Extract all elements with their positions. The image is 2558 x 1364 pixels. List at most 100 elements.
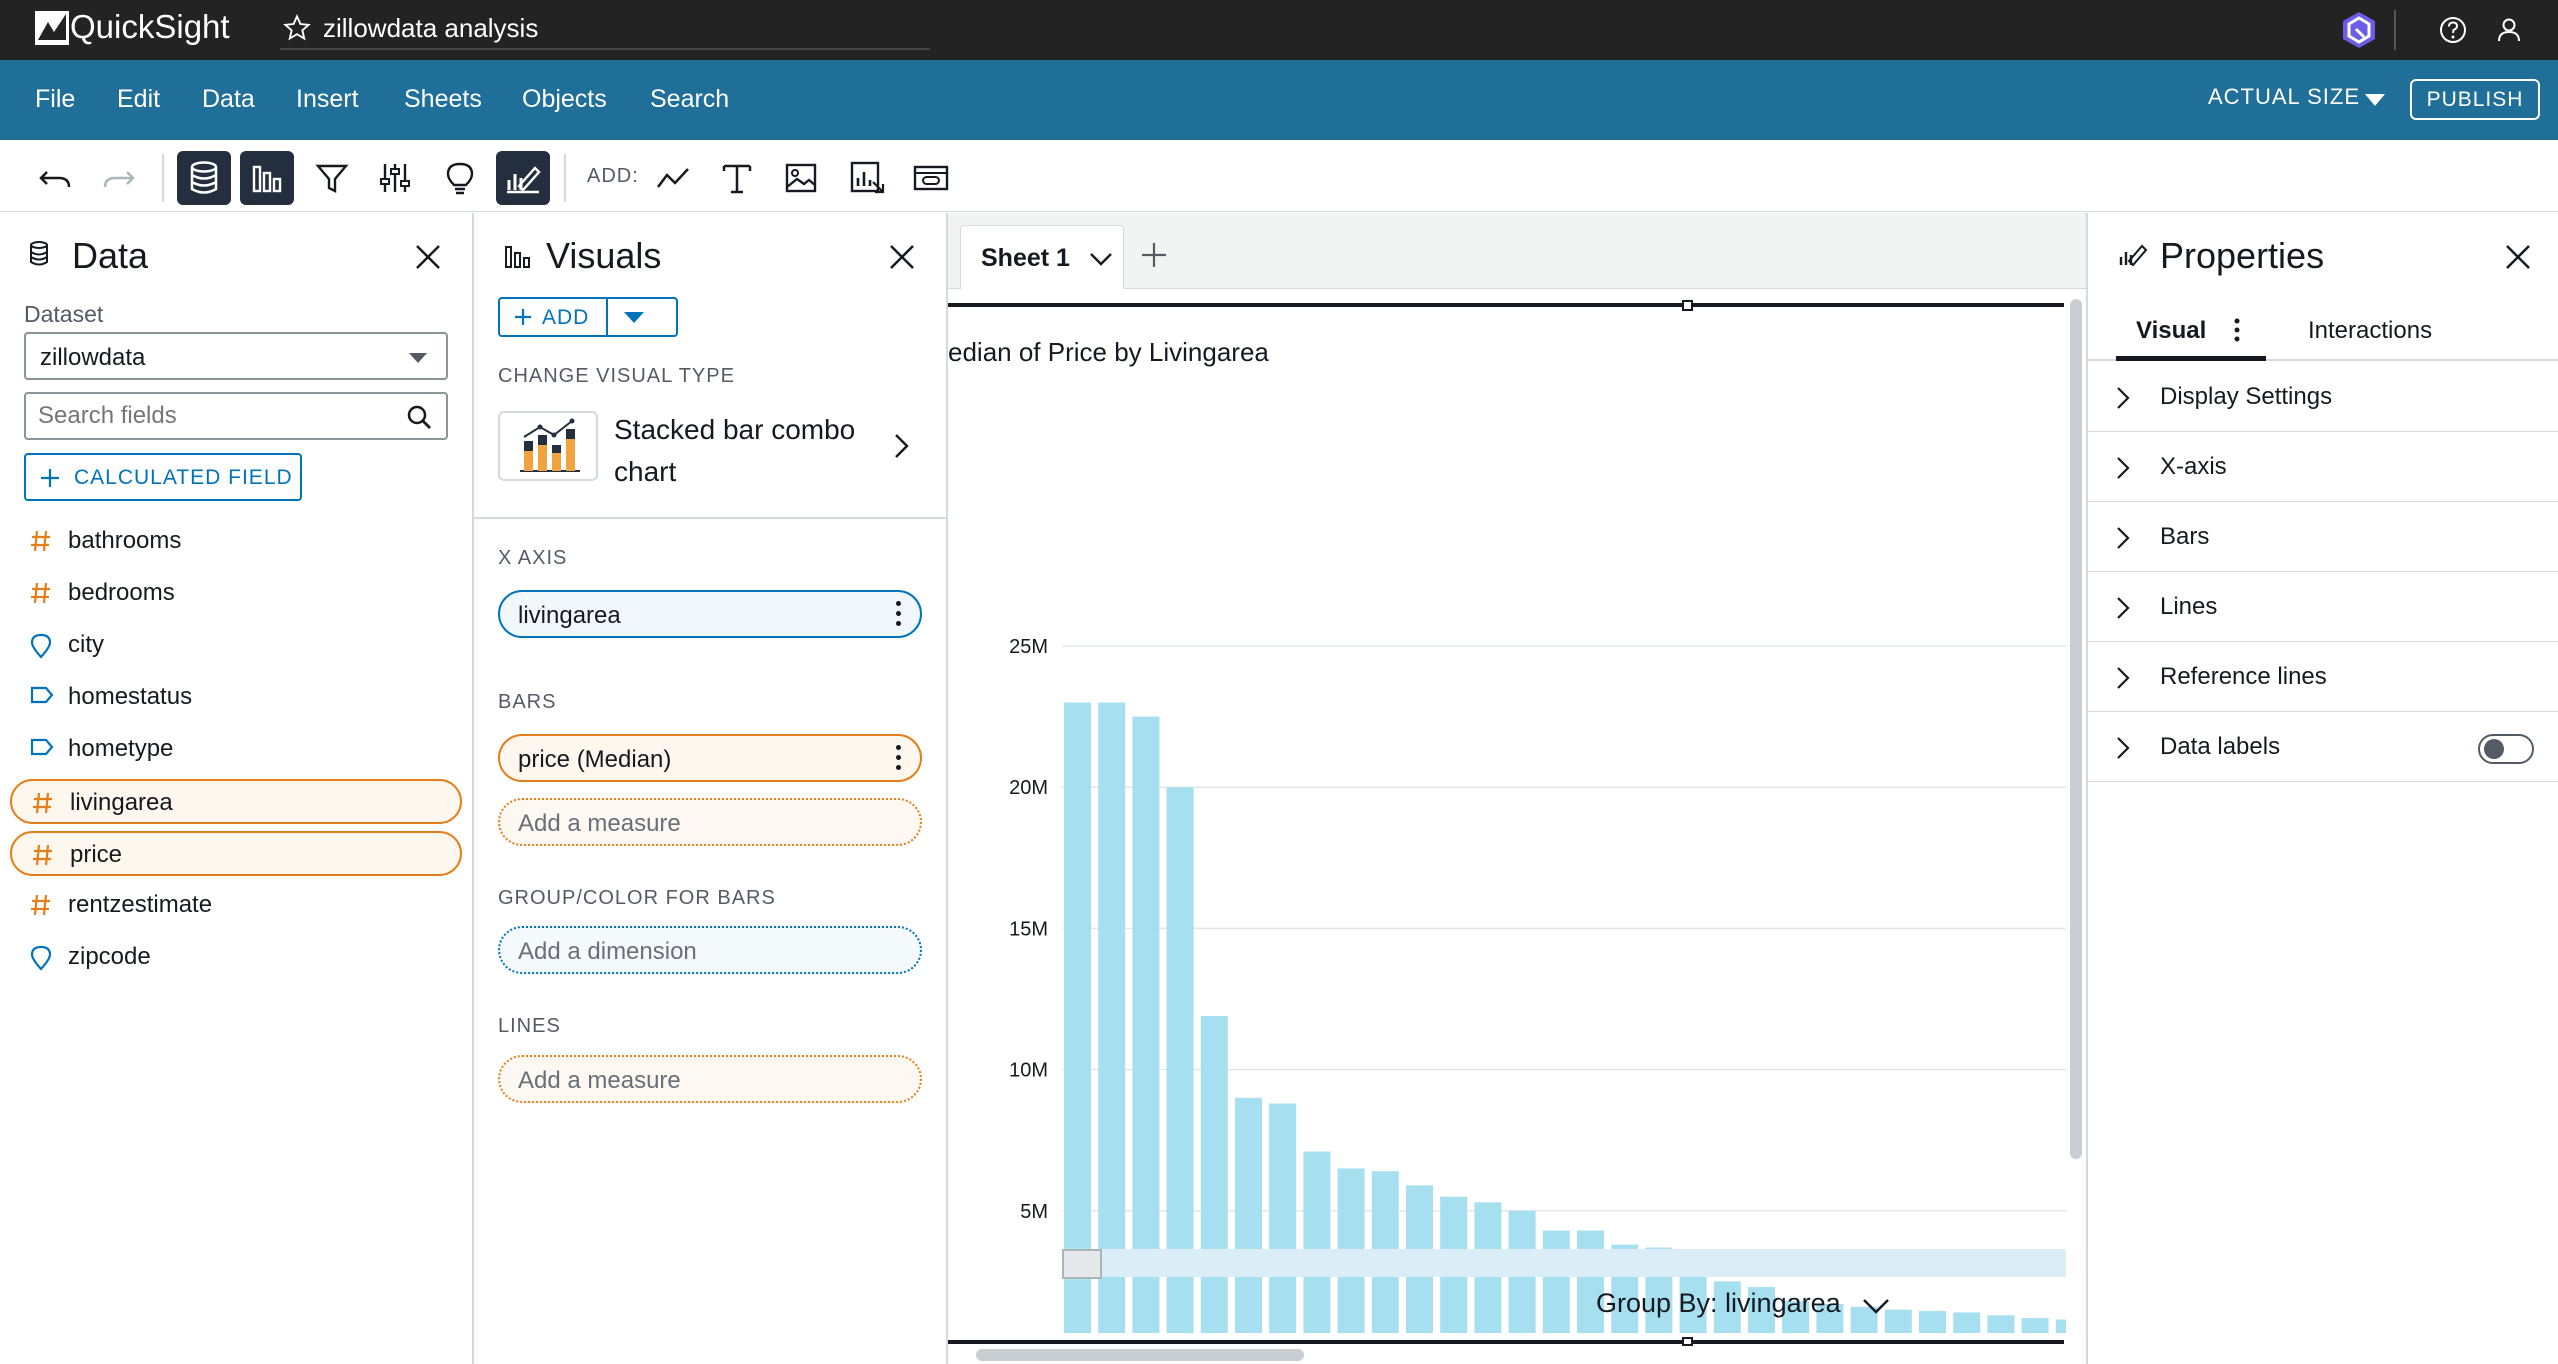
chart-bar[interactable]	[1953, 1312, 1981, 1333]
more-options-icon[interactable]	[896, 601, 901, 631]
field-item-hometype[interactable]: hometype	[10, 727, 462, 772]
tab-interactions[interactable]: Interactions	[2308, 317, 2432, 345]
tab-interactions-label: Interactions	[2308, 317, 2433, 344]
chart-bar[interactable]	[2055, 1319, 2066, 1333]
calculated-field-label: CALCULATED FIELD	[74, 466, 293, 489]
field-label: homestatus	[68, 683, 193, 710]
bars-add-measure[interactable]: Add a measure	[498, 798, 922, 846]
property-row[interactable]: Data labels	[2088, 712, 2558, 782]
chart-bar[interactable]	[1269, 1103, 1297, 1333]
search-fields-field[interactable]	[38, 402, 378, 430]
menu-search[interactable]: Search	[650, 85, 729, 114]
y-tick-label: 10M	[1009, 1060, 1048, 1082]
vertical-scrollbar[interactable]	[2070, 299, 2082, 1159]
field-item-livingarea[interactable]: livingarea	[10, 779, 462, 824]
filter-icon[interactable]	[305, 151, 359, 205]
analysis-title[interactable]: zillowdata analysis	[323, 13, 538, 44]
lines-add-measure[interactable]: Add a measure	[498, 1055, 922, 1103]
chart-bar[interactable]	[1064, 702, 1091, 1333]
horizontal-scrollbar[interactable]	[976, 1349, 1304, 1361]
add-text-icon[interactable]	[710, 151, 764, 205]
chart-bar[interactable]	[1235, 1097, 1262, 1333]
y-tick-label: 20M	[1009, 777, 1048, 799]
field-item-zipcode[interactable]: zipcode	[10, 935, 462, 980]
menu-data[interactable]: Data	[202, 85, 255, 114]
q-assistant-icon[interactable]	[2340, 10, 2378, 50]
group-add-dimension[interactable]: Add a dimension	[498, 926, 922, 974]
chart-bar[interactable]	[1303, 1151, 1331, 1333]
chart-bar[interactable]	[1987, 1315, 2015, 1333]
property-row[interactable]: Reference lines	[2088, 642, 2558, 712]
menu-sheets[interactable]: Sheets	[404, 85, 482, 114]
insights-bulb-icon[interactable]	[433, 151, 487, 205]
add-image-icon[interactable]	[774, 151, 828, 205]
tab-visual[interactable]: Visual	[2136, 317, 2206, 345]
bars-field-well[interactable]: price (Median)	[498, 734, 922, 782]
menu-edit[interactable]: Edit	[117, 85, 160, 114]
close-icon[interactable]	[2504, 243, 2532, 271]
star-icon[interactable]	[283, 14, 311, 42]
caret-down-icon[interactable]	[623, 311, 645, 324]
menu-file[interactable]: File	[35, 85, 75, 114]
toolbar-divider	[564, 154, 566, 202]
chart-bar[interactable]	[1200, 1015, 1228, 1333]
database-icon[interactable]	[177, 151, 231, 205]
actual-size-dropdown[interactable]: ACTUAL SIZE	[2208, 84, 2360, 110]
add-embed-icon[interactable]	[904, 151, 958, 205]
add-insight-icon[interactable]	[840, 151, 894, 205]
calculated-field-button[interactable]: CALCULATED FIELD	[24, 453, 302, 501]
property-row[interactable]: X-axis	[2088, 432, 2558, 502]
chevron-down-icon[interactable]	[1862, 1298, 1890, 1314]
field-item-bathrooms[interactable]: bathrooms	[10, 519, 462, 564]
redo-icon[interactable]	[92, 151, 146, 205]
caret-down-icon[interactable]	[2364, 93, 2386, 107]
user-icon[interactable]	[2494, 15, 2524, 45]
data-labels-toggle[interactable]	[2478, 734, 2534, 764]
field-item-homestatus[interactable]: homestatus	[10, 675, 462, 720]
tag-icon	[30, 737, 54, 757]
chart-bar[interactable]	[1542, 1230, 1570, 1333]
chart-bar[interactable]	[2021, 1318, 2049, 1333]
property-row[interactable]: Display Settings	[2088, 362, 2558, 432]
format-visual-icon[interactable]	[496, 151, 550, 205]
field-item-price[interactable]: price	[10, 831, 462, 876]
chart-bar[interactable]	[1132, 716, 1160, 1333]
publish-button[interactable]: PUBLISH	[2410, 79, 2540, 120]
field-item-rentzestimate[interactable]: rentzestimate	[10, 883, 462, 928]
combo-chart-icon[interactable]	[498, 411, 598, 481]
more-options-icon[interactable]	[2234, 317, 2240, 343]
x-axis-field: livingarea	[518, 602, 621, 629]
parameters-icon[interactable]	[368, 151, 422, 205]
menu-objects[interactable]: Objects	[522, 85, 607, 114]
add-visual-line-icon[interactable]	[646, 151, 700, 205]
x-axis-field-well[interactable]: livingarea	[498, 590, 922, 638]
undo-icon[interactable]	[28, 151, 82, 205]
dataset-select[interactable]: zillowdata	[24, 332, 448, 380]
property-row[interactable]: Bars	[2088, 502, 2558, 572]
visual-type-name[interactable]: Stacked bar combo chart	[614, 409, 855, 493]
property-row[interactable]: Lines	[2088, 572, 2558, 642]
close-icon[interactable]	[414, 243, 442, 271]
group-by-label[interactable]: Group By: livingarea	[1596, 1288, 1841, 1319]
chart-bar[interactable]	[1919, 1311, 1946, 1333]
visuals-icon[interactable]	[240, 151, 294, 205]
field-label: bathrooms	[68, 527, 182, 554]
close-icon[interactable]	[888, 243, 916, 271]
data-panel: Data Dataset zillowdata CALCULATED FIELD…	[0, 213, 474, 1364]
search-icon[interactable]	[406, 404, 432, 430]
range-slider-handle[interactable]	[1062, 1249, 1102, 1279]
more-options-icon[interactable]	[896, 745, 901, 775]
add-visual-button[interactable]: ADD	[498, 297, 678, 337]
help-icon[interactable]	[2438, 15, 2468, 45]
range-slider-track[interactable]	[1062, 1249, 2066, 1277]
resize-handle[interactable]	[1682, 1337, 1693, 1346]
tab-visual-label: Visual	[2136, 317, 2207, 344]
chevron-right-icon[interactable]	[894, 433, 910, 459]
menu-insert[interactable]: Insert	[296, 85, 359, 114]
search-fields-input[interactable]	[24, 392, 448, 440]
field-item-city[interactable]: city	[10, 623, 462, 668]
change-visual-type-label: CHANGE VISUAL TYPE	[498, 365, 735, 387]
field-item-bedrooms[interactable]: bedrooms	[10, 571, 462, 616]
field-label: price	[70, 841, 123, 868]
chart-bar[interactable]	[1098, 702, 1126, 1333]
